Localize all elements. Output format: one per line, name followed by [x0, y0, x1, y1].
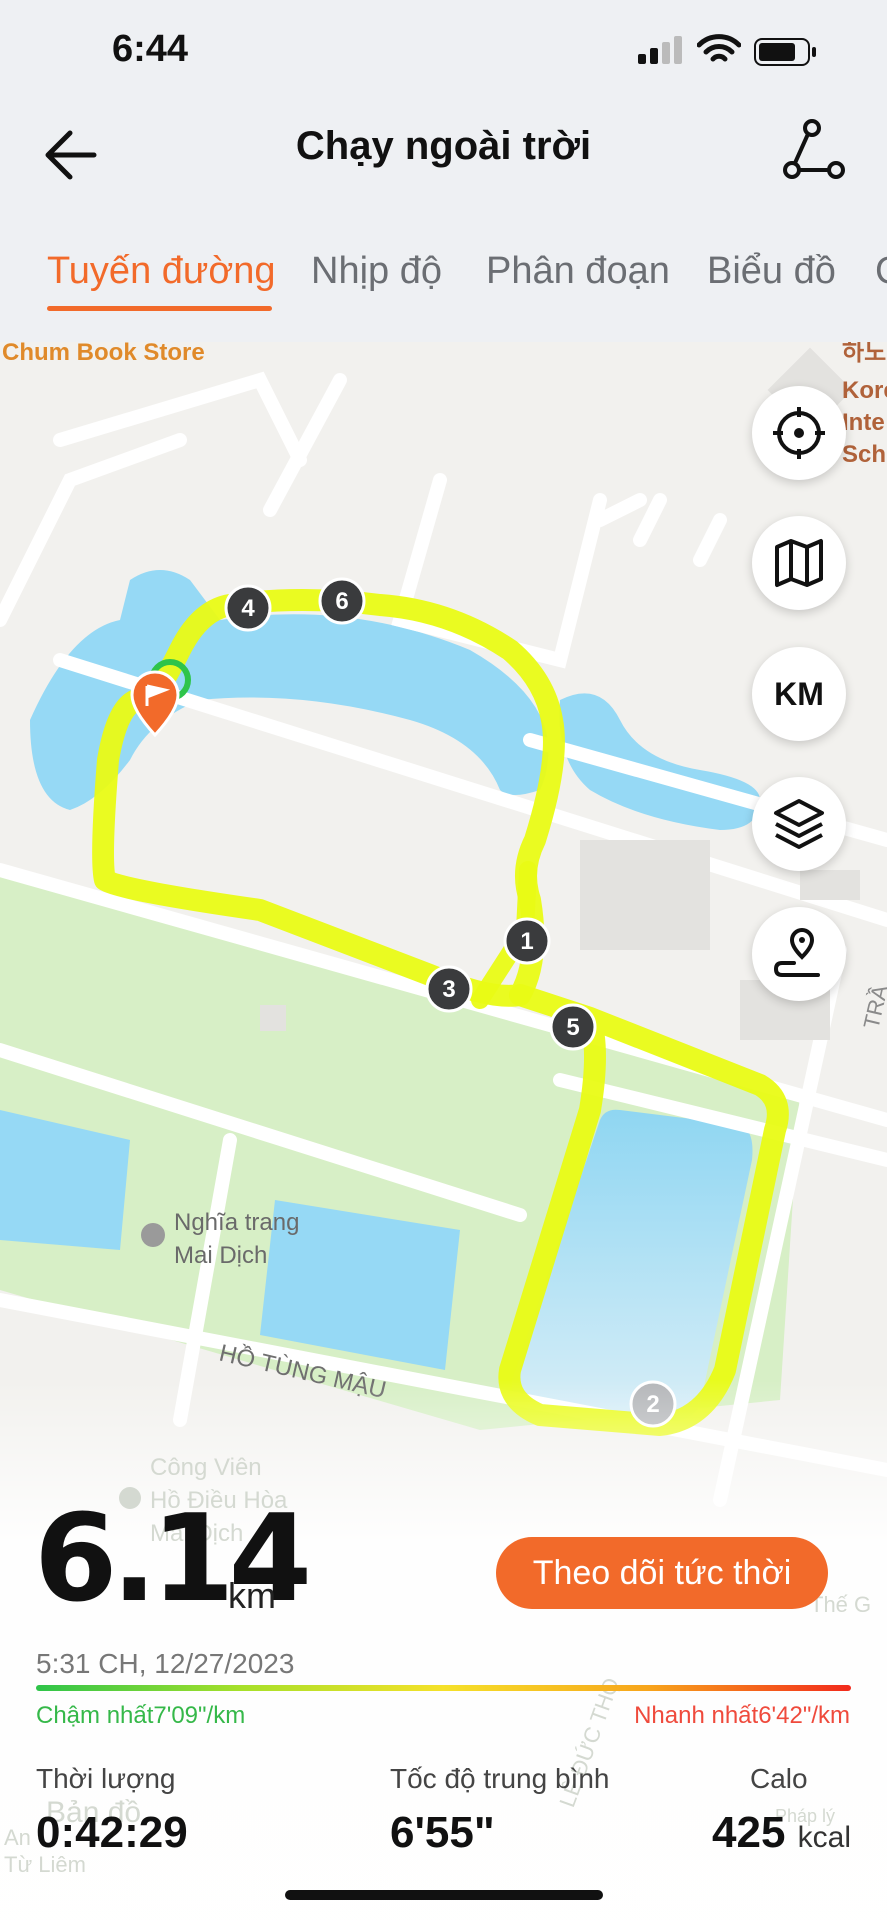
locate-button[interactable]: [752, 386, 846, 480]
svg-text:3: 3: [442, 976, 455, 1003]
crosshair-icon: [773, 407, 825, 459]
duration-value: 0:42:29: [36, 1808, 188, 1857]
km-marker-3[interactable]: 3: [425, 965, 473, 1013]
svg-text:6: 6: [335, 588, 348, 615]
fastest-pace: Nhanh nhất6'42"/km: [634, 1702, 850, 1729]
km-marker-1[interactable]: 1: [503, 917, 551, 965]
cellular-signal-icon: [638, 36, 682, 64]
tab-splits[interactable]: Phân đoạn: [486, 250, 670, 293]
svg-text:5: 5: [566, 1014, 579, 1041]
map-label: An: [4, 1825, 31, 1850]
live-tracking-button[interactable]: Theo dõi tức thời: [496, 1537, 828, 1609]
km-marker-4[interactable]: 4: [224, 584, 272, 632]
layers-icon: [774, 799, 824, 849]
calorie-unit: kcal: [797, 1821, 852, 1854]
active-tab-indicator: [47, 306, 272, 311]
km-marker-6[interactable]: 6: [318, 577, 366, 625]
layers-button[interactable]: [752, 777, 846, 871]
map-style-button[interactable]: [752, 516, 846, 610]
tab-more[interactable]: C: [875, 250, 887, 293]
avg-pace-label: Tốc độ trung bình: [390, 1763, 610, 1794]
map-label: Inte: [842, 409, 885, 436]
page-title: Chạy ngoài trời: [295, 124, 592, 168]
tab-route[interactable]: Tuyến đường: [47, 250, 276, 293]
map-label: Mai Dịch: [174, 1242, 267, 1269]
svg-text:1: 1: [520, 928, 533, 955]
route-map[interactable]: 1 2 3 4 5 6 Chum Book Store 하노 Kore Inte…: [0, 342, 887, 1920]
route-points-button[interactable]: [752, 907, 846, 1001]
wifi-icon: [697, 34, 741, 62]
tab-pace[interactable]: Nhịp độ: [311, 250, 442, 293]
status-bar: 6:44: [0, 0, 887, 100]
home-indicator[interactable]: [285, 1890, 603, 1900]
duration-label: Thời lượng: [36, 1763, 176, 1794]
svg-text:4: 4: [241, 595, 255, 622]
calorie-label: Calo: [750, 1763, 808, 1794]
workout-datetime: 5:31 CH, 12/27/2023: [36, 1648, 295, 1679]
distance-unit: km: [228, 1575, 276, 1616]
status-time: 6:44: [112, 28, 189, 70]
unit-button[interactable]: KM: [752, 647, 846, 741]
tab-charts[interactable]: Biểu đồ: [707, 250, 836, 293]
unit-label: KM: [774, 675, 824, 712]
map-label: 하노: [842, 342, 886, 366]
map-label: Nghĩa trang: [174, 1209, 299, 1236]
calorie-value: 425: [712, 1808, 786, 1857]
battery-icon: [754, 38, 816, 66]
slowest-pace: Chậm nhất7'09"/km: [36, 1702, 246, 1729]
route-pin-icon: [773, 928, 820, 977]
map-label: Kore: [842, 377, 887, 404]
map-label: Công Viên: [150, 1454, 262, 1481]
avg-pace-value: 6'55": [390, 1808, 495, 1857]
pace-gradient-bar: [36, 1685, 851, 1691]
calorie-block: 425 kcal: [712, 1808, 851, 1858]
map-label: Sch: [842, 441, 886, 468]
map-label: Chum Book Store: [2, 342, 205, 366]
route-share-icon[interactable]: [782, 118, 846, 182]
map-icon: [775, 539, 823, 587]
km-marker-5[interactable]: 5: [549, 1003, 597, 1051]
